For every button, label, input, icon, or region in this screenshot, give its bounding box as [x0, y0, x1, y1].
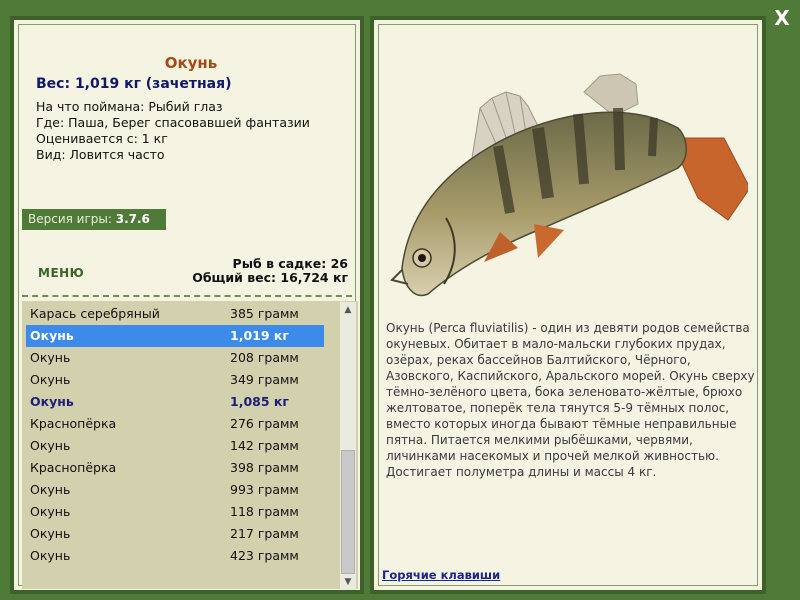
scroll-up-icon[interactable]: ▲ [340, 302, 356, 318]
catch-weight: 1,085 кг [230, 394, 289, 409]
fish-info-panel: Окунь Вес: 1,019 кг (зачетная) На что по… [10, 16, 364, 594]
fish-count: Рыб в садке: 26 [232, 256, 348, 271]
catch-name: Окунь [30, 350, 71, 365]
list-item[interactable]: Окунь 1,085 кг [26, 391, 324, 413]
catch-weight: 217 грамм [230, 526, 299, 541]
catch-weight: 993 грамм [230, 482, 299, 497]
fish-detail-panel: Окунь (Perca fluviatilis) - один из девя… [370, 16, 766, 594]
catch-weight: 349 грамм [230, 372, 299, 387]
list-item[interactable]: Карась серебряный 385 грамм [26, 303, 324, 325]
catch-weight: 398 грамм [230, 460, 299, 475]
scroll-down-icon[interactable]: ▼ [340, 574, 356, 590]
hotkeys-link[interactable]: Горячие клавиши [382, 568, 500, 582]
fish-rating: Оценивается с: 1 кг [36, 131, 168, 146]
list-item[interactable]: Окунь 423 грамм [26, 545, 324, 567]
catch-weight: 276 грамм [230, 416, 299, 431]
catch-name: Окунь [30, 438, 71, 453]
dashed-divider [22, 295, 352, 297]
version-label: Версия игры: [28, 212, 112, 226]
catch-weight: 142 грамм [230, 438, 299, 453]
catch-weight: 1,019 кг [230, 328, 289, 343]
list-item[interactable]: Краснопёрка 398 грамм [26, 457, 324, 479]
menu-button[interactable]: МЕНЮ [38, 266, 84, 280]
list-item[interactable]: Окунь 1,019 кг [26, 325, 324, 347]
catch-name: Окунь [30, 482, 71, 497]
catch-name: Окунь [30, 328, 74, 343]
list-item[interactable]: Окунь 993 грамм [26, 479, 324, 501]
catch-weight: 118 грамм [230, 504, 299, 519]
fish-kind: Вид: Ловится часто [36, 147, 165, 162]
catch-list[interactable]: Карась серебряный 385 грамм Окунь 1,019 кг О… [22, 301, 358, 589]
fish-weight: Вес: 1,019 кг (зачетная) [36, 76, 232, 92]
fish-title: Окунь [164, 54, 218, 72]
catch-name: Краснопёрка [30, 460, 117, 475]
list-item[interactable]: Окунь 349 грамм [26, 369, 324, 391]
list-item[interactable]: Окунь 208 грамм [26, 347, 324, 369]
list-item[interactable]: Окунь 142 грамм [26, 435, 324, 457]
catch-weight: 423 грамм [230, 548, 299, 563]
catch-name: Карась серебряный [30, 306, 160, 321]
catch-weight: 385 грамм [230, 306, 299, 321]
scrollbar[interactable]: ▲ ▼ [340, 302, 356, 590]
catch-name: Краснопёрка [30, 416, 117, 431]
fish-place: Где: Паша, Берег спасовавшей фантазии [36, 115, 310, 130]
catch-name: Окунь [30, 372, 71, 387]
version-badge: Версия игры: 3.7.6 [22, 209, 166, 230]
catch-name: Окунь [30, 504, 71, 519]
perch-image [390, 73, 748, 297]
catch-name: Окунь [30, 394, 74, 409]
scrollbar-thumb[interactable] [341, 450, 355, 574]
version-value: 3.7.6 [115, 212, 150, 226]
total-weight: Общий вес: 16,724 кг [192, 270, 348, 285]
list-item[interactable]: Краснопёрка 276 грамм [26, 413, 324, 435]
catch-name: Окунь [30, 526, 71, 541]
catch-weight: 208 грамм [230, 350, 299, 365]
fish-bait: На что поймана: Рыбий глаз [36, 99, 223, 114]
catch-name: Окунь [30, 548, 71, 563]
list-item[interactable]: Окунь 118 грамм [26, 501, 324, 523]
list-item[interactable]: Окунь 217 грамм [26, 523, 324, 545]
close-icon[interactable]: X [772, 8, 792, 28]
fish-description: Окунь (Perca fluviatilis) - один из девя… [386, 321, 755, 479]
